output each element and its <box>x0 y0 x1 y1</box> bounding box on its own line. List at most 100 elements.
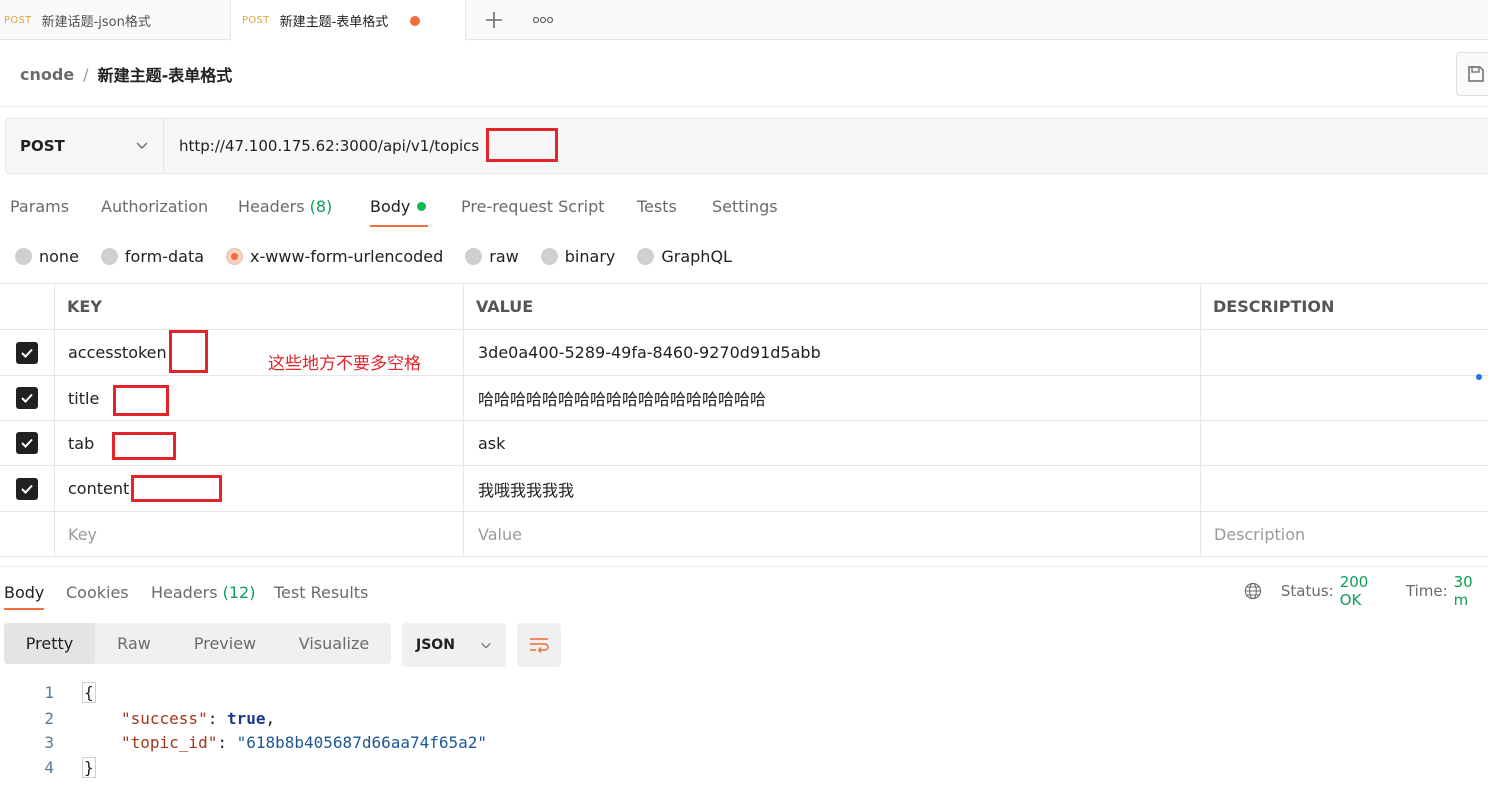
radio-x-www-form-urlencoded[interactable]: x-www-form-urlencoded <box>226 247 443 266</box>
view-label: Preview <box>193 634 257 653</box>
annotation-note: 这些地方不要多空格 <box>268 354 421 374</box>
header-divider <box>0 106 1488 107</box>
new-value-input[interactable]: Value <box>463 512 1201 556</box>
annotation-box <box>486 128 558 162</box>
description-input[interactable] <box>1200 376 1488 420</box>
key-text: accesstoken <box>68 343 167 362</box>
radio-label: binary <box>564 246 616 266</box>
row-checkbox[interactable] <box>16 477 38 500</box>
breadcrumb: cnode / 新建主题-表单格式 <box>20 60 232 88</box>
breadcrumb-workspace[interactable]: cnode <box>20 65 74 84</box>
radio-graphql[interactable]: GraphQL <box>637 247 732 266</box>
radio-circle <box>540 247 558 265</box>
table-row-new: Key Value Description <box>0 511 1488 556</box>
table-row: content 我哦我我我我 <box>0 465 1488 511</box>
url-value: http://47.100.175.62:3000/api/v1/topics <box>179 137 480 155</box>
line-number: 4 <box>44 757 54 777</box>
view-mode-segmented: Pretty Raw Preview Visualize <box>4 623 391 664</box>
table-row: title 哈哈哈哈哈哈哈哈哈哈哈哈哈哈哈哈哈哈 <box>0 375 1488 420</box>
save-button[interactable] <box>1456 52 1488 96</box>
header-key: KEY <box>54 284 464 329</box>
radio-circle <box>100 247 118 265</box>
more-icon[interactable] <box>526 0 560 40</box>
row-checkbox[interactable] <box>16 341 38 364</box>
tab-headers[interactable]: Headers (8) <box>238 190 332 222</box>
language-select[interactable]: JSON <box>402 623 506 667</box>
body-type-radios: none form-data x-www-form-urlencoded raw… <box>15 244 754 268</box>
json-key: "topic_id" <box>121 732 218 752</box>
chevron-down-icon <box>481 642 491 649</box>
tab-label: Authorization <box>101 196 209 216</box>
new-key-input[interactable]: Key <box>54 512 464 556</box>
row-checkbox-cell <box>0 330 54 375</box>
globe-icon[interactable] <box>1244 581 1262 601</box>
tab-params[interactable]: Params <box>10 190 69 222</box>
tab-count: (8) <box>309 196 333 216</box>
value-text: 3de0a400-5289-49fa-8460-9270d91d5abb <box>478 343 821 362</box>
row-checkbox[interactable] <box>16 387 38 409</box>
description-input[interactable] <box>1200 330 1488 375</box>
body-active-dot-icon <box>417 201 427 211</box>
key-text: title <box>68 388 100 408</box>
check-icon <box>21 438 33 448</box>
header-label: VALUE <box>476 297 534 316</box>
radio-none[interactable]: none <box>15 247 79 266</box>
value-text: 我哦我我我我 <box>478 480 575 500</box>
view-pretty-button[interactable]: Pretty <box>4 623 95 664</box>
tab-label: Params <box>10 196 70 216</box>
request-tab-json[interactable]: POST 新建话题-json格式 <box>4 0 230 40</box>
key-input[interactable]: content <box>54 466 464 511</box>
radio-circle-selected <box>226 247 244 265</box>
response-tab-cookies[interactable]: Cookies <box>66 576 129 608</box>
view-visualize-button[interactable]: Visualize <box>277 623 391 664</box>
value-input[interactable]: ask <box>463 421 1201 465</box>
resize-handle-dot[interactable] <box>1476 374 1482 380</box>
response-tab-test-results[interactable]: Test Results <box>274 576 368 608</box>
value-input[interactable]: 我哦我我我我 <box>463 466 1201 511</box>
description-placeholder: Description <box>1214 524 1306 544</box>
tab-label: Pre-request Script <box>461 196 605 216</box>
response-divider <box>0 566 1488 567</box>
tab-tests[interactable]: Tests <box>637 190 677 222</box>
check-icon <box>21 484 33 494</box>
unsaved-dot-icon <box>410 15 421 26</box>
key-text: content <box>68 479 130 498</box>
response-status: Status: 200 OK Time: 30 m <box>1244 573 1488 609</box>
radio-raw[interactable]: raw <box>465 247 519 266</box>
plus-icon[interactable] <box>478 0 510 40</box>
value-input[interactable]: 3de0a400-5289-49fa-8460-9270d91d5abb <box>463 330 1201 375</box>
request-tab-form[interactable]: POST 新建主题-表单格式 <box>230 0 466 41</box>
description-input[interactable] <box>1200 421 1488 465</box>
breadcrumb-separator: / <box>83 64 89 84</box>
response-tab-body[interactable]: Body <box>4 576 44 608</box>
radio-form-data[interactable]: form-data <box>100 246 205 266</box>
value-placeholder: Value <box>478 524 522 544</box>
time-value[interactable]: 30 m <box>1454 573 1488 609</box>
tab-settings[interactable]: Settings <box>712 190 778 222</box>
wrap-lines-button[interactable] <box>517 623 561 667</box>
radio-circle <box>637 247 655 265</box>
description-input[interactable] <box>1200 466 1488 511</box>
view-preview-button[interactable]: Preview <box>173 623 277 664</box>
tab-label: Cookies <box>66 582 129 602</box>
url-input[interactable]: http://47.100.175.62:3000/api/v1/topics <box>179 119 479 173</box>
tab-label: Body <box>370 196 411 216</box>
new-description-input[interactable]: Description <box>1200 512 1488 556</box>
response-tab-headers[interactable]: Headers (12) <box>151 576 255 608</box>
row-checkbox-cell <box>0 466 54 511</box>
code-brace: { <box>82 681 96 703</box>
active-tab-underline <box>4 608 44 610</box>
tab-pre-request-script[interactable]: Pre-request Script <box>461 190 605 222</box>
radio-label: form-data <box>124 246 205 266</box>
tab-authorization[interactable]: Authorization <box>101 190 208 222</box>
value-input[interactable]: 哈哈哈哈哈哈哈哈哈哈哈哈哈哈哈哈哈哈 <box>463 376 1201 420</box>
row-checkbox[interactable] <box>16 432 38 454</box>
tab-title: 新建话题-json格式 <box>41 14 151 30</box>
status-value[interactable]: 200 OK <box>1340 573 1389 609</box>
tab-body[interactable]: Body <box>370 190 427 222</box>
json-value: true <box>226 708 266 728</box>
radio-label: none <box>39 246 79 266</box>
breadcrumb-request-name[interactable]: 新建主题-表单格式 <box>98 62 233 86</box>
view-raw-button[interactable]: Raw <box>95 623 173 664</box>
radio-binary[interactable]: binary <box>540 246 616 266</box>
